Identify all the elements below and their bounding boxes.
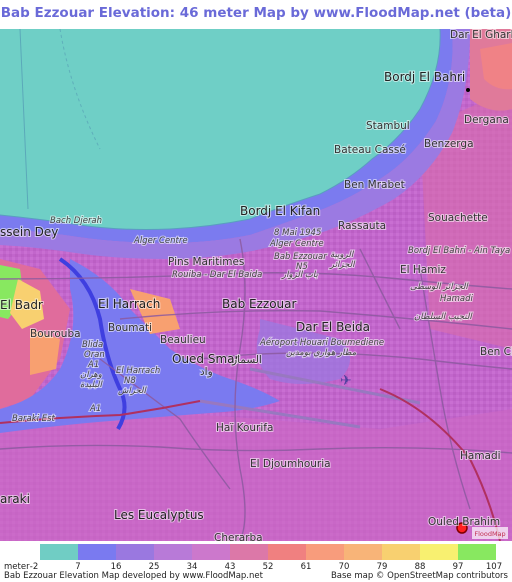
place-bordj-el-kifan: Bordj El Kifan [240,204,320,218]
place-souachette: Souachette [428,212,488,224]
place-bordj-el-bahri: Bordj El Bahri [384,70,465,84]
place-baraki: araki [0,492,30,506]
legend-swatch [306,544,344,560]
arabic-bab-ezzouar: باب الزوار [281,270,319,280]
place-alger-centre-2: Alger Centre [269,239,324,249]
place-boumati: Boumati [108,322,152,334]
place-benzerga: Benzerga [424,138,474,150]
road-baraki-est: Baraki Est [12,414,56,424]
legend-swatch [116,544,154,560]
elevation-map[interactable]: ✈ Dar El Gharb 2 Bordj El Bahri Stambul … [0,29,512,541]
road-bordj-el-bahri-ain-taya: Bordj El Bahri - Ain Taya [408,246,510,256]
place-dergana: Dergana [464,114,509,126]
arabic-oued-smar: السمار [231,354,262,366]
legend-swatch [230,544,268,560]
legend-swatch [40,544,78,560]
place-rassauta: Rassauta [338,220,386,232]
legend-swatch [458,544,496,560]
road-n8: N8 [124,376,136,386]
road-el-harrach-n8: El Harrach [116,366,160,376]
place-oued-smar: Oued Smar [172,352,240,366]
place-8-mai-1945: 8 Mai 1945 [274,228,321,238]
footer-attribution[interactable]: Base map © OpenStreetMap contributors [331,571,508,581]
road-oran: Oran [84,350,105,360]
legend-swatch [382,544,420,560]
place-hamadi-1: Hamadi [440,294,473,304]
place-beaulieu: Beaulieu [160,334,206,346]
arabic-hamiz-2: الجزائر الوسطى [410,282,469,292]
legend-color-bar [40,544,496,560]
legend-swatch [420,544,458,560]
legend-swatch [344,544,382,560]
place-el-harrach: El Harrach [98,297,160,311]
page-title: Bab Ezzouar Elevation: 46 meter Map by w… [0,5,512,21]
footer: Bab Ezzouar Elevation Map developed by w… [4,571,508,582]
legend-swatch [154,544,192,560]
footer-credit[interactable]: Bab Ezzouar Elevation Map developed by w… [4,571,263,581]
place-el-djoumhouria: El Djoumhouria [250,458,331,470]
road-blida: Blida [82,340,103,350]
legend-swatch [192,544,230,560]
legend-swatch [78,544,116,560]
road-rouiba-dar-el-baida: Rouiba - Dar El Baida [172,270,262,280]
arabic-oued-smar-2: واد [200,366,213,378]
floodmap-watermark: FloodMap [472,527,508,539]
city-marker [466,88,470,92]
road-a1: A1 [87,360,99,370]
place-cherarba: Cherarba [214,532,263,541]
place-stambul: Stambul [366,120,410,132]
airport-icon: ✈ [340,373,352,389]
arabic-el-harrach: الحراش [118,386,148,396]
road-a1-b: A1 [89,404,101,414]
arabic-blida: البليدة [80,380,103,390]
place-ben-ch: Ben Ch [480,346,512,358]
place-dar-el-beida: Dar El Beida [296,320,370,334]
arabic-hamiz: الجزائر [329,260,356,270]
road-bab-ezzouar-n5: Bab Ezzouar [274,252,327,262]
place-bab-ezzouar: Bab Ezzouar [222,297,296,311]
place-hamadi-2: Hamadi [460,450,501,462]
arabic-oran: وهران [80,370,102,380]
place-aeroport: Aéroport Houari Boumediene [259,337,384,348]
place-pins-maritimes: Pins Maritimes [168,256,244,268]
legend-swatch [268,544,306,560]
place-hai-kourifa: Haï Kourifa [216,422,273,434]
arabic-rouiba: الرويبة [330,250,355,260]
place-bourouba: Bourouba [30,328,81,340]
arabic-hamadi: النجيب السلطان [414,312,473,322]
place-alger-centre-1: Alger Centre [133,236,188,246]
place-les-eucalyptus: Les Eucalyptus [114,508,204,522]
watermark-text: FloodMap [474,530,505,538]
place-ben-mrabet: Ben Mrabet [344,179,405,191]
arabic-aeroport: مطار هواري بومدين [286,348,357,358]
place-el-hamiz: El Hamiz [400,264,446,276]
place-bateau-casse: Bateau Cassé [334,144,406,156]
place-dar-el-gharb: Dar El Gharb 2 [450,29,512,41]
place-hussein-dey: ssein Dey [0,225,58,239]
place-el-badr: El Badr [0,298,43,312]
